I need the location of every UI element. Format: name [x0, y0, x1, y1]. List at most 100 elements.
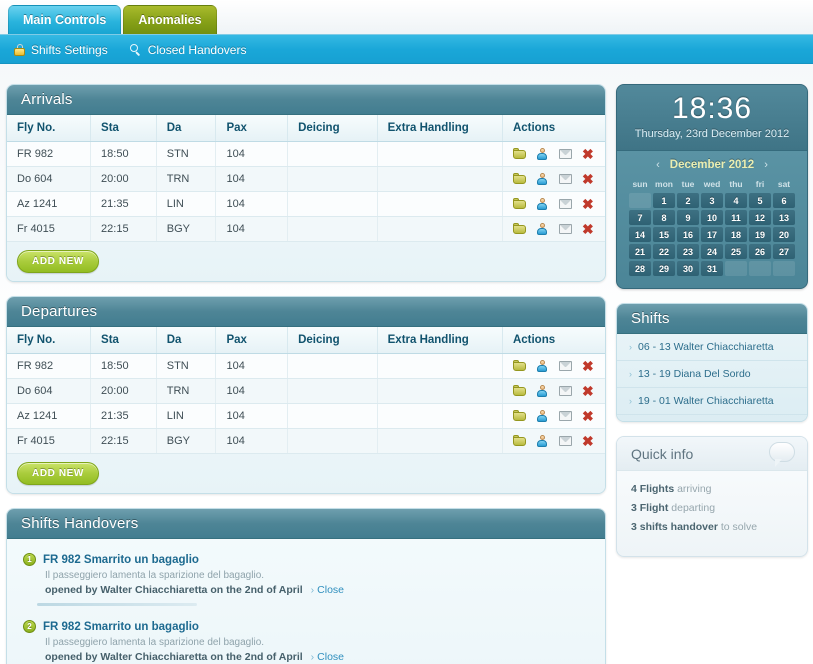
table-row[interactable]: Az 1241 21:35 LIN 104 ✖ — [7, 403, 605, 429]
arrivals-add-new-button[interactable]: ADD NEW — [17, 250, 99, 273]
departures-add-new-button[interactable]: ADD NEW — [17, 462, 99, 485]
folder-icon[interactable] — [512, 410, 526, 422]
calendar-prev-icon[interactable]: ‹ — [656, 159, 660, 171]
mail-icon[interactable] — [558, 148, 572, 160]
calendar-day-cell[interactable]: 14 — [629, 227, 651, 242]
delete-icon[interactable]: ✖ — [582, 197, 595, 211]
calendar-day-cell[interactable]: 11 — [725, 210, 747, 225]
quick-info-line: 3 Flight departing — [631, 502, 716, 514]
table-row[interactable]: FR 982 18:50 STN 104 ✖ — [7, 353, 605, 379]
calendar-day-cell[interactable]: 21 — [629, 244, 651, 259]
table-row[interactable]: Do 604 20:00 TRN 104 ✖ — [7, 166, 605, 192]
handover-title-row: 2 FR 982 Smarrito un bagaglio — [23, 620, 589, 633]
calendar-day-cell[interactable]: 27 — [773, 244, 795, 259]
folder-icon[interactable] — [512, 173, 526, 185]
calendar-day-cell[interactable]: 26 — [749, 244, 771, 259]
folder-icon[interactable] — [512, 360, 526, 372]
user-icon[interactable] — [536, 360, 549, 372]
mail-icon[interactable] — [558, 198, 572, 210]
mail-icon[interactable] — [558, 385, 572, 397]
table-row[interactable]: FR 982 18:50 STN 104 ✖ — [7, 141, 605, 167]
row-actions: ✖ — [512, 359, 595, 373]
calendar-day-cell[interactable]: 2 — [677, 193, 699, 208]
col-sta: Sta — [90, 327, 157, 354]
calendar-day-cell[interactable]: 18 — [725, 227, 747, 242]
calendar-day-cell[interactable]: 9 — [677, 210, 699, 225]
col-fly-no: Fly No. — [7, 327, 92, 354]
mail-icon[interactable] — [558, 435, 572, 447]
calendar-day-cell[interactable]: 8 — [653, 210, 675, 225]
folder-icon[interactable] — [512, 198, 526, 210]
delete-icon[interactable]: ✖ — [582, 409, 595, 423]
shift-item[interactable]: › 19 - 01 Walter Chiacchiaretta — [617, 388, 807, 415]
calendar-day-cell[interactable]: 4 — [725, 193, 747, 208]
mail-icon[interactable] — [558, 223, 572, 235]
user-icon[interactable] — [536, 198, 549, 210]
shift-item[interactable]: › 06 - 13 Walter Chiacchiaretta — [617, 334, 807, 361]
calendar-day-cell[interactable]: 28 — [629, 261, 651, 276]
chevron-right-icon: › — [310, 584, 315, 596]
calendar-week-row: 21 22 23 24 25 26 27 — [629, 244, 795, 259]
calendar-day-cell[interactable]: 1 — [653, 193, 675, 208]
calendar-day-cell[interactable]: 22 — [653, 244, 675, 259]
mail-icon[interactable] — [558, 360, 572, 372]
calendar-day-cell[interactable]: 20 — [773, 227, 795, 242]
toolbar-shifts-settings-label: Shifts Settings — [31, 42, 108, 57]
user-icon[interactable] — [536, 435, 549, 447]
calendar-day-cell[interactable]: 17 — [701, 227, 723, 242]
mail-icon[interactable] — [558, 173, 572, 185]
calendar-day-cell[interactable]: 31 — [701, 261, 723, 276]
delete-icon[interactable]: ✖ — [582, 147, 595, 161]
calendar-day-cell[interactable]: 25 — [725, 244, 747, 259]
user-icon[interactable] — [536, 385, 549, 397]
calendar-day-cell[interactable]: 29 — [653, 261, 675, 276]
mail-icon[interactable] — [558, 410, 572, 422]
calendar-day-cell[interactable]: 30 — [677, 261, 699, 276]
folder-icon[interactable] — [512, 435, 526, 447]
table-row[interactable]: Fr 4015 22:15 BGY 104 ✖ — [7, 428, 605, 454]
delete-icon[interactable]: ✖ — [582, 359, 595, 373]
calendar-day-cell[interactable]: 15 — [653, 227, 675, 242]
tab-anomalies[interactable]: Anomalies — [123, 5, 217, 34]
handover-description: Il passeggiero lamenta la sparizione del… — [45, 570, 265, 581]
user-icon[interactable] — [536, 148, 549, 160]
folder-icon[interactable] — [512, 385, 526, 397]
calendar-day-cell[interactable]: 7 — [629, 210, 651, 225]
user-icon[interactable] — [536, 410, 549, 422]
handover-title[interactable]: FR 982 Smarrito un bagaglio — [43, 554, 199, 566]
handover-close-link[interactable]: › Close — [311, 651, 344, 663]
table-row[interactable]: Az 1241 21:35 LIN 104 ✖ — [7, 191, 605, 217]
calendar-day-cell[interactable]: 12 — [749, 210, 771, 225]
handover-title[interactable]: FR 982 Smarrito un bagaglio — [43, 621, 199, 633]
delete-icon[interactable]: ✖ — [582, 222, 595, 236]
calendar-next-icon[interactable]: › — [764, 159, 768, 171]
folder-icon[interactable] — [512, 223, 526, 235]
calendar-day-cell[interactable]: 23 — [677, 244, 699, 259]
delete-icon[interactable]: ✖ — [582, 384, 595, 398]
calendar-day-cell[interactable]: 10 — [701, 210, 723, 225]
calendar-day-cell[interactable]: 6 — [773, 193, 795, 208]
delete-icon[interactable]: ✖ — [582, 172, 595, 186]
shift-item[interactable]: › 13 - 19 Diana Del Sordo — [617, 361, 807, 388]
user-icon[interactable] — [536, 223, 549, 235]
calendar-day-cell[interactable]: 16 — [677, 227, 699, 242]
calendar-day-cell[interactable]: 5 — [749, 193, 771, 208]
arrivals-table: Fly No. Sta Da Pax Deicing Extra Handlin… — [7, 115, 605, 242]
tab-main-controls[interactable]: Main Controls — [8, 5, 122, 34]
toolbar-closed-handovers[interactable]: Closed Handovers — [129, 43, 246, 57]
calendar-empty-cell — [749, 261, 771, 276]
calendar-day-cell[interactable]: 19 — [749, 227, 771, 242]
table-row[interactable]: Do 604 20:00 TRN 104 ✖ — [7, 378, 605, 404]
chevron-right-icon: › — [629, 396, 632, 406]
handover-close-link[interactable]: › Close — [311, 584, 344, 596]
table-row[interactable]: Fr 4015 22:15 BGY 104 ✖ — [7, 216, 605, 242]
delete-icon[interactable]: ✖ — [582, 434, 595, 448]
user-icon[interactable] — [536, 173, 549, 185]
calendar-day-cell[interactable]: 3 — [701, 193, 723, 208]
cell-da: STN — [156, 353, 217, 379]
calendar-day-cell[interactable]: 24 — [701, 244, 723, 259]
toolbar-shifts-settings[interactable]: Shifts Settings — [14, 43, 108, 57]
calendar-week-row: 123456 — [629, 193, 795, 208]
calendar-day-cell[interactable]: 13 — [773, 210, 795, 225]
folder-icon[interactable] — [512, 148, 526, 160]
